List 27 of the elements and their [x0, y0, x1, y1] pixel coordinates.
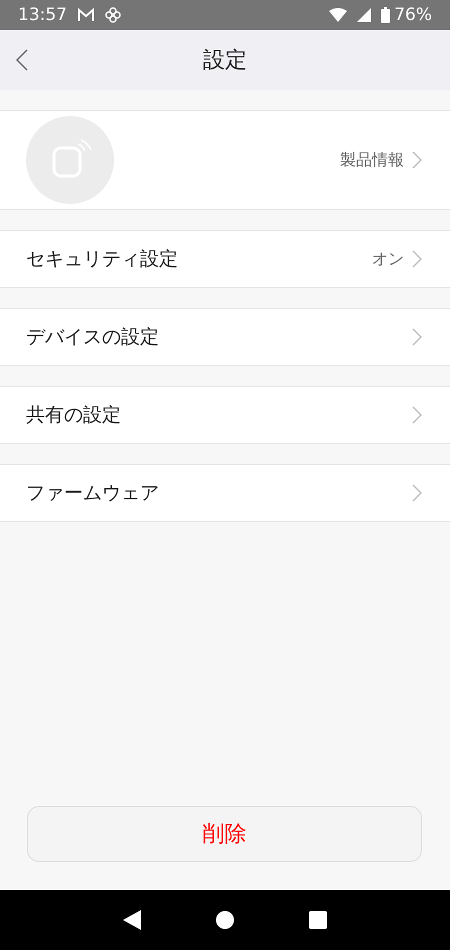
row-label: ファームウェア	[26, 482, 159, 504]
wifi-icon	[329, 8, 348, 22]
row-value: 製品情報	[340, 150, 404, 170]
home-nav-icon[interactable]	[216, 911, 234, 929]
back-nav-icon[interactable]	[123, 910, 141, 930]
product-info-row[interactable]: 製品情報	[0, 110, 450, 210]
battery-percent: 76%	[394, 5, 432, 25]
signal-icon	[357, 8, 372, 22]
settings-row[interactable]: 共有の設定	[0, 386, 450, 444]
chevron-icon	[412, 151, 422, 169]
chevron-icon	[412, 328, 422, 346]
row-label: 共有の設定	[26, 404, 121, 426]
settings-row[interactable]: セキュリティ設定 オン	[0, 230, 450, 288]
settings-row[interactable]: ファームウェア	[0, 464, 450, 522]
status-time: 13:57	[18, 5, 67, 25]
row-label: デバイスの設定	[26, 326, 159, 348]
battery-icon	[381, 7, 390, 23]
chevron-icon	[412, 406, 422, 424]
chevron-icon	[412, 250, 422, 268]
settings-row[interactable]: デバイスの設定	[0, 308, 450, 366]
fan-icon	[105, 7, 121, 23]
delete-button[interactable]: 削除	[27, 806, 422, 862]
row-label: セキュリティ設定	[26, 248, 178, 270]
page-title: 設定	[203, 47, 247, 75]
chevron-icon	[412, 484, 422, 502]
mail-icon	[77, 8, 95, 22]
row-value: オン	[372, 248, 404, 270]
